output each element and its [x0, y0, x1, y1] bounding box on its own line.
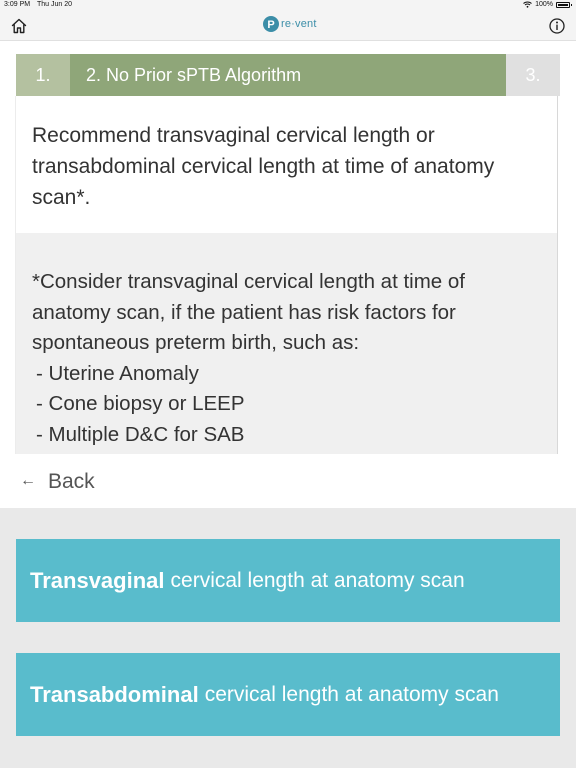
- app-logo: P re·vent: [262, 15, 317, 33]
- risk-factor-item: - Multiple D&C for SAB: [36, 422, 245, 446]
- back-arrow-icon: ←: [20, 472, 36, 489]
- recommendation-text: Recommend transvaginal cervical length o…: [16, 96, 557, 233]
- logo-text: re·vent: [281, 18, 317, 30]
- choice-bold: Transvaginal: [30, 567, 165, 593]
- step-2-current: 2. No Prior sPTB Algorithm: [70, 54, 506, 96]
- battery-icon: [556, 1, 572, 8]
- step-1[interactable]: 1.: [16, 54, 70, 96]
- logo-mark: P: [263, 16, 279, 32]
- choice-text: cervical length at anatomy scan: [204, 682, 499, 706]
- status-date: Thu Jun 20: [37, 1, 73, 8]
- nav-bar: P re·vent: [0, 11, 576, 41]
- algorithm-card: Recommend transvaginal cervical length o…: [16, 96, 557, 454]
- status-right: 100%: [523, 1, 572, 8]
- step-progress: 1. 2. No Prior sPTB Algorithm 3.: [16, 54, 560, 96]
- note-intro: *Consider transvaginal cervical length a…: [32, 270, 465, 354]
- transabdominal-button[interactable]: Transabdominal cervical length at anatom…: [16, 653, 560, 736]
- info-icon[interactable]: [548, 17, 566, 35]
- back-label: Back: [48, 470, 95, 493]
- transvaginal-button[interactable]: Transvaginal cervical length at anatomy …: [16, 539, 560, 622]
- risk-factor-note: *Consider transvaginal cervical length a…: [16, 233, 557, 454]
- step-3: 3.: [506, 54, 560, 96]
- home-icon[interactable]: [10, 17, 28, 35]
- risk-factor-item: - Cone biopsy or LEEP: [36, 392, 245, 415]
- battery-percent: 100%: [535, 1, 553, 8]
- logo-letter: P: [267, 19, 274, 31]
- status-bar: 3:09 PM Thu Jun 20 100%: [0, 0, 576, 11]
- choice-bold: Transabdominal: [30, 681, 199, 707]
- choice-text: cervical length at anatomy scan: [170, 568, 465, 592]
- status-time: 3:09 PM: [4, 1, 31, 8]
- wifi-icon: [523, 1, 532, 8]
- back-button[interactable]: ← Back: [0, 454, 576, 508]
- risk-factor-item: - Uterine Anomaly: [36, 361, 199, 385]
